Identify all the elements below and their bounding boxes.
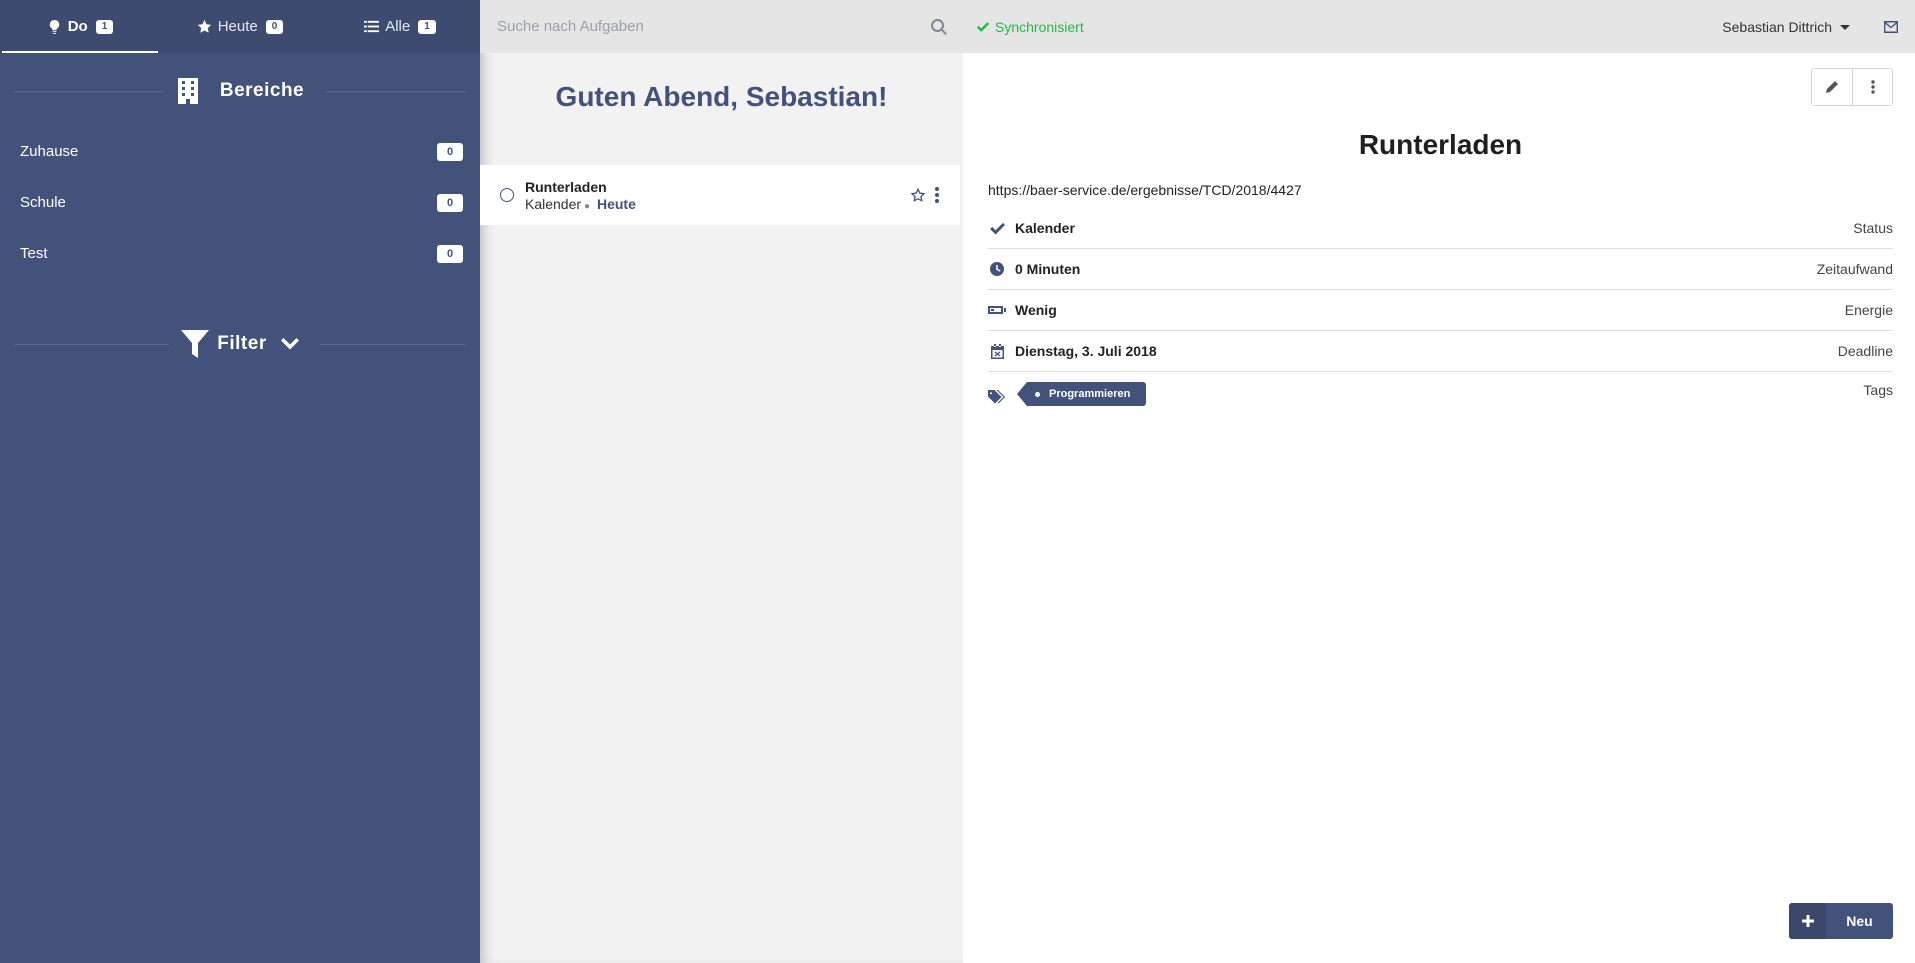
- mail-icon[interactable]: [1884, 20, 1898, 33]
- area-item-test[interactable]: Test 0: [0, 228, 480, 279]
- task-complete-checkbox[interactable]: [500, 188, 514, 202]
- area-count-badge: 0: [437, 142, 463, 161]
- checkmark-icon: [976, 21, 990, 32]
- area-item-schule[interactable]: Schule 0: [0, 177, 480, 228]
- areas-list: Zuhause 0 Schule 0 Test 0: [0, 126, 480, 279]
- task-title: Runterladen: [525, 178, 607, 195]
- task-meta: Kalender ● Heute: [525, 196, 910, 212]
- top-bar: Synchronisiert Sebastian Dittrich: [963, 0, 1915, 53]
- area-item-zuhause[interactable]: Zuhause 0: [0, 126, 480, 177]
- new-task-label: Neu: [1846, 913, 1873, 929]
- search-icon[interactable]: [931, 18, 947, 35]
- areas-title: Bereiche: [219, 80, 305, 101]
- calendar-icon: [990, 343, 1004, 359]
- user-name: Sebastian Dittrich: [1722, 18, 1832, 35]
- chevron-down-icon: [280, 338, 299, 350]
- tags-label: Tags: [1863, 382, 1893, 398]
- task-text: Runterladen Kalender ● Heute: [525, 179, 910, 212]
- area-count-badge: 0: [437, 193, 463, 212]
- tab-alle[interactable]: Alle 1: [320, 0, 480, 53]
- list-icon: [364, 20, 380, 33]
- filter-title: Filter: [217, 333, 267, 354]
- battery-low-icon: [988, 306, 1006, 314]
- star-outline-icon[interactable]: [910, 187, 926, 203]
- task-project: Kalender: [525, 195, 582, 212]
- area-label: Test: [20, 245, 48, 262]
- prop-icon-wrap: [988, 260, 1006, 278]
- energy-label: Energie: [1844, 302, 1893, 318]
- plus-icon: [1801, 915, 1814, 927]
- tab-label: Heute: [217, 18, 258, 35]
- caret-down-icon: [1840, 24, 1850, 30]
- prop-icon-wrap: [988, 342, 1006, 360]
- task-list: Runterladen Kalender ● Heute: [480, 165, 963, 225]
- deadline-value: Dienstag, 3. Juli 2018: [1015, 343, 1157, 359]
- task-actions: [910, 187, 940, 203]
- pencil-icon: [1826, 81, 1838, 93]
- tab-do[interactable]: Do 1: [0, 0, 160, 53]
- effort-label: Zeitaufwand: [1816, 261, 1893, 277]
- building-icon: [177, 78, 198, 104]
- areas-header: Bereiche: [0, 71, 480, 111]
- edit-button[interactable]: [1812, 69, 1852, 105]
- area-count-badge: 0: [437, 244, 463, 263]
- detail-url: https://baer-service.de/ergebnisse/TCD/2…: [988, 182, 1302, 198]
- detail-toolbar: [1811, 68, 1893, 106]
- tags-value: Programmieren: [1015, 382, 1863, 406]
- lightbulb-icon: [49, 19, 59, 34]
- star-icon: [197, 19, 211, 33]
- search-input[interactable]: [497, 18, 931, 35]
- tab-count-badge: 1: [95, 19, 114, 34]
- clock-icon: [990, 262, 1004, 276]
- property-list: Kalender Status 0 Minuten Zeitaufwand We…: [988, 208, 1893, 420]
- tab-label: Alle: [385, 18, 411, 35]
- new-task-button[interactable]: Neu: [1789, 903, 1893, 939]
- property-tags: Programmieren Tags: [988, 372, 1893, 420]
- task-column: Guten Abend, Sebastian! Runterladen Kale…: [480, 0, 963, 963]
- effort-value: 0 Minuten: [1015, 261, 1081, 277]
- areas-header-inner: Bereiche: [163, 78, 317, 104]
- greeting: Guten Abend, Sebastian!: [555, 81, 888, 112]
- task-detail-panel: Runterladen https://baer-service.de/erge…: [963, 53, 1915, 963]
- sidebar: Do 1 Heute 0 Alle 1 Bereiche Zuhause 0 S…: [0, 0, 480, 963]
- prop-icon-wrap: [988, 301, 1006, 319]
- prop-icon-wrap: [988, 388, 1006, 406]
- sidebar-tabs: Do 1 Heute 0 Alle 1: [0, 0, 480, 53]
- task-row[interactable]: Runterladen Kalender ● Heute: [480, 165, 960, 225]
- tags-icon: [988, 389, 1005, 403]
- property-status[interactable]: Kalender Status: [988, 208, 1893, 249]
- tab-count-badge: 1: [418, 19, 436, 34]
- more-vertical-icon: [1870, 80, 1875, 94]
- detail-title: Runterladen: [1358, 129, 1523, 160]
- user-menu-dropdown[interactable]: Sebastian Dittrich: [1722, 19, 1850, 35]
- status-value: Kalender: [1015, 220, 1075, 236]
- tab-count-badge: 0: [265, 19, 284, 34]
- deadline-label: Deadline: [1837, 343, 1893, 359]
- area-label: Zuhause: [20, 143, 79, 160]
- more-options-button[interactable]: [1852, 69, 1892, 105]
- sync-status-label: Synchronisiert: [995, 18, 1084, 35]
- tab-label: Do: [67, 18, 88, 35]
- checkmark-icon: [989, 222, 1005, 234]
- filter-header-inner: Filter: [169, 330, 311, 358]
- tab-heute[interactable]: Heute 0: [160, 0, 320, 53]
- energy-value: Wenig: [1015, 302, 1057, 318]
- tag-programmieren[interactable]: Programmieren: [1016, 382, 1147, 406]
- property-energy[interactable]: Wenig Energie: [988, 290, 1893, 331]
- prop-icon-wrap: [988, 219, 1006, 237]
- filter-toggle[interactable]: Filter: [0, 324, 480, 364]
- search-bar: [480, 0, 963, 53]
- funnel-icon: [181, 330, 210, 358]
- plus-icon-wrap: [1789, 903, 1826, 939]
- area-label: Schule: [20, 194, 66, 211]
- task-due: Heute: [596, 195, 636, 212]
- status-label: Status: [1853, 220, 1893, 236]
- more-vertical-icon[interactable]: [934, 187, 940, 203]
- sync-status: Synchronisiert: [976, 19, 1084, 35]
- separator-dot: ●: [584, 200, 591, 212]
- property-effort[interactable]: 0 Minuten Zeitaufwand: [988, 249, 1893, 290]
- property-deadline[interactable]: Dienstag, 3. Juli 2018 Deadline: [988, 331, 1893, 372]
